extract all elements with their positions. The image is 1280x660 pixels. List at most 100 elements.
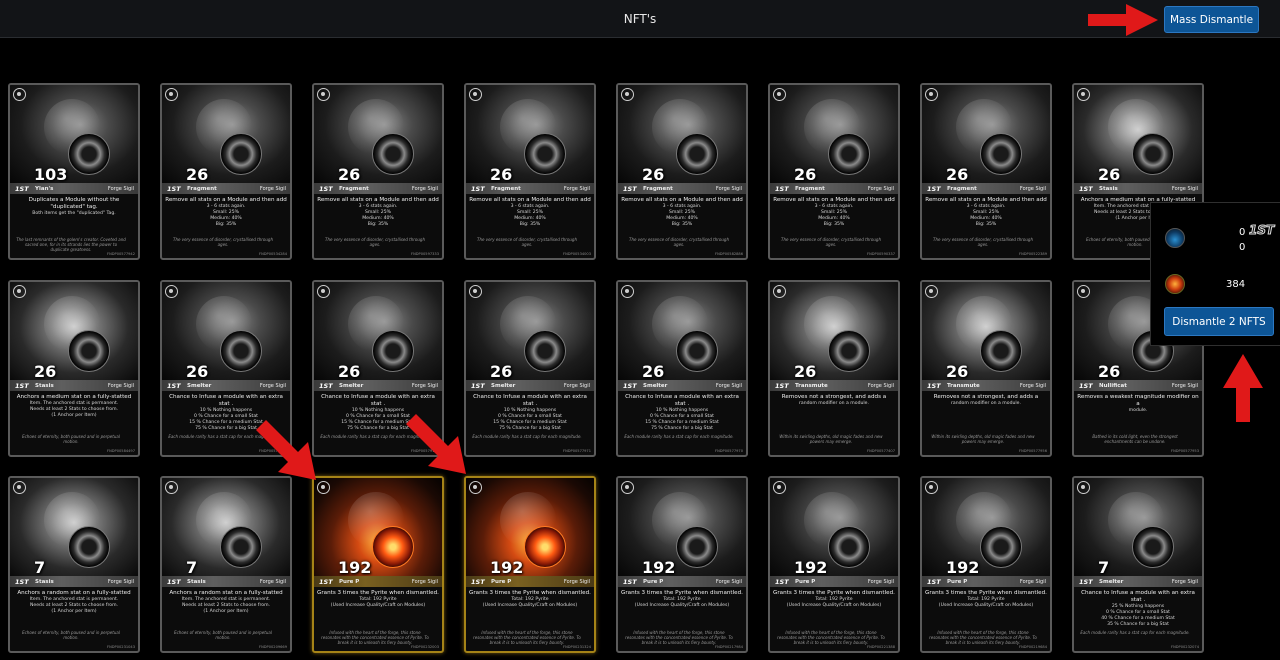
card-artwork: [162, 282, 290, 381]
logo-icon: [925, 285, 938, 298]
card-tag: 1ST: [15, 184, 29, 193]
card-name: Nullificat: [1099, 382, 1127, 389]
card-count: 26: [794, 165, 817, 184]
dismantle-nfts-button[interactable]: Dismantle 2 NFTS: [1164, 307, 1274, 336]
card-title-strip: 1ST Pure P Forge Sigil: [770, 576, 898, 587]
card-desc-line: (Used Increase Quality/Craft on Modules): [938, 603, 1034, 608]
card-count: 192: [642, 558, 676, 577]
nft-card[interactable]: 26 1ST Fragment Forge Sigil Remove all stats…: [768, 83, 900, 260]
nft-card[interactable]: 26 1ST Fragment Forge Sigil Remove all stats…: [160, 83, 292, 260]
mass-dismantle-button[interactable]: Mass Dismantle: [1164, 6, 1259, 33]
card-kind: Forge Sigil: [1171, 382, 1198, 389]
card-tag: 1ST: [1079, 184, 1093, 193]
nft-card[interactable]: 192 1ST Pure P Forge Sigil Grants 3 times th…: [768, 476, 900, 653]
card-count: 26: [490, 362, 513, 381]
nft-card[interactable]: 192 1ST Pure P Forge Sigil Grants 3 times th…: [616, 476, 748, 653]
card-tag: 1ST: [1079, 381, 1093, 390]
card-kind: Forge Sigil: [259, 382, 286, 389]
card-desc-line: (1 Anchor per Item): [51, 609, 97, 614]
card-tag: 1ST: [319, 184, 333, 193]
card-description: Remove all stats on a Module and then ad…: [165, 197, 287, 228]
nft-card[interactable]: 26 1ST Fragment Forge Sigil Remove all stats…: [464, 83, 596, 260]
card-name: Fragment: [947, 185, 977, 192]
card-artwork: [10, 282, 138, 381]
card-serial: FNDP00522389: [1019, 251, 1047, 256]
sigil-orb-icon: [828, 526, 870, 568]
nft-card[interactable]: 26 1ST Stasis Forge Sigil Anchors a medium s…: [8, 280, 140, 457]
nft-card[interactable]: 26 1ST Fragment Forge Sigil Remove all stats…: [616, 83, 748, 260]
card-title-strip: 1ST Fragment Forge Sigil: [314, 183, 442, 194]
card-title-strip: 1ST Fragment Forge Sigil: [618, 183, 746, 194]
nft-card[interactable]: 7 1ST Stasis Forge Sigil Anchors a random st…: [8, 476, 140, 653]
card-desc-line: Big: 35%: [823, 222, 845, 227]
card-title-strip: 1ST Smelter Forge Sigil: [1074, 576, 1202, 587]
card-kind: Forge Sigil: [1019, 185, 1046, 192]
card-artwork: [466, 85, 594, 184]
st-value: 0: [1239, 227, 1246, 238]
card-kind: Forge Sigil: [107, 185, 134, 192]
nft-card[interactable]: 26 1ST Fragment Forge Sigil Remove all stats…: [312, 83, 444, 260]
nft-card[interactable]: 103 1ST Ylan's Forge Sigil Duplicates a Modu…: [8, 83, 140, 260]
card-count: 26: [1098, 165, 1121, 184]
sigil-orb-icon: [676, 133, 718, 175]
card-serial: FNDP00577942: [107, 251, 135, 256]
card-description: Duplicates a Module without the "duplica…: [13, 197, 135, 217]
card-artwork: [314, 85, 442, 184]
card-name: Fragment: [795, 185, 825, 192]
card-desc-line: Grants 3 times the Pyrite when dismantle…: [925, 590, 1047, 596]
card-desc-line: Big: 35%: [215, 222, 237, 227]
nft-card[interactable]: 26 1ST Transmute Forge Sigil Removes not a s…: [768, 280, 900, 457]
sigil-orb-icon: [372, 526, 414, 568]
card-name: Fragment: [187, 185, 217, 192]
card-kind: Forge Sigil: [259, 185, 286, 192]
card-title-strip: 1ST Pure P Forge Sigil: [314, 576, 442, 587]
card-kind: Forge Sigil: [411, 185, 438, 192]
card-serial: FNDP00597333: [411, 251, 439, 256]
card-title-strip: 1ST Fragment Forge Sigil: [922, 183, 1050, 194]
card-title-strip: 1ST Ylan's Forge Sigil: [10, 183, 138, 194]
nft-card[interactable]: 26 1ST Smelter Forge Sigil Chance to Infuse …: [616, 280, 748, 457]
logo-icon: [621, 88, 634, 101]
card-title-strip: 1ST Smelter Forge Sigil: [618, 380, 746, 391]
card-desc-line: Remove all stats on a Module and then ad…: [317, 197, 439, 203]
card-description: Removes not a strongest, and adds a rando…: [925, 394, 1047, 407]
card-artwork: [162, 478, 290, 577]
card-tag: 1ST: [167, 577, 181, 586]
card-flavor-text: Bathed in its cold light, even the stron…: [1092, 434, 1178, 444]
nft-card[interactable]: 26 1ST Fragment Forge Sigil Remove all stats…: [920, 83, 1052, 260]
annotation-arrow-right-icon: [1088, 4, 1158, 36]
nft-card[interactable]: 7 1ST Stasis Forge Sigil Anchors a random st…: [160, 476, 292, 653]
card-description: Anchors a random stat on a fully-statted…: [165, 590, 287, 615]
pyrite-icon: [1165, 274, 1185, 294]
card-description: Chance to Infuse a module with an extra …: [1077, 590, 1199, 628]
card-name: Smelter: [491, 382, 516, 389]
card-count: 192: [338, 558, 372, 577]
logo-icon: [165, 285, 178, 298]
nft-card[interactable]: 192 1ST Pure P Forge Sigil Grants 3 times th…: [464, 476, 596, 653]
logo-icon: [317, 285, 330, 298]
nft-card[interactable]: 26 1ST Transmute Forge Sigil Removes not a s…: [920, 280, 1052, 457]
card-artwork: [162, 85, 290, 184]
card-tag: 1ST: [1079, 577, 1093, 586]
card-desc-line: module.: [1128, 408, 1148, 413]
card-desc-line: Grants 3 times the Pyrite when dismantle…: [621, 590, 743, 596]
nft-card[interactable]: 7 1ST Smelter Forge Sigil Chance to Infuse a…: [1072, 476, 1204, 653]
logo-icon: [469, 285, 482, 298]
card-serial: FNDP00584497: [107, 448, 135, 453]
card-desc-line: Grants 3 times the Pyrite when dismantle…: [317, 590, 439, 596]
card-kind: Forge Sigil: [1019, 578, 1046, 585]
nft-card[interactable]: 192 1ST Pure P Forge Sigil Grants 3 times th…: [312, 476, 444, 653]
card-count: 192: [946, 558, 980, 577]
card-name: Pure P: [491, 578, 512, 585]
card-artwork: [314, 282, 442, 381]
card-desc-line: Chance to Infuse a module with an extra …: [169, 394, 283, 407]
card-name: Transmute: [947, 382, 980, 389]
card-title-strip: 1ST Nullificat Forge Sigil: [1074, 380, 1202, 391]
card-flavor-text: Echoes of eternity, both paused and in p…: [22, 434, 120, 444]
card-description: Remove all stats on a Module and then ad…: [317, 197, 439, 228]
card-artwork: [770, 282, 898, 381]
card-desc-line: (Used Increase Quality/Craft on Modules): [330, 603, 426, 608]
card-artwork: [10, 85, 138, 184]
nft-card[interactable]: 26 1ST Smelter Forge Sigil Chance to Infuse …: [464, 280, 596, 457]
nft-card[interactable]: 192 1ST Pure P Forge Sigil Grants 3 times th…: [920, 476, 1052, 653]
